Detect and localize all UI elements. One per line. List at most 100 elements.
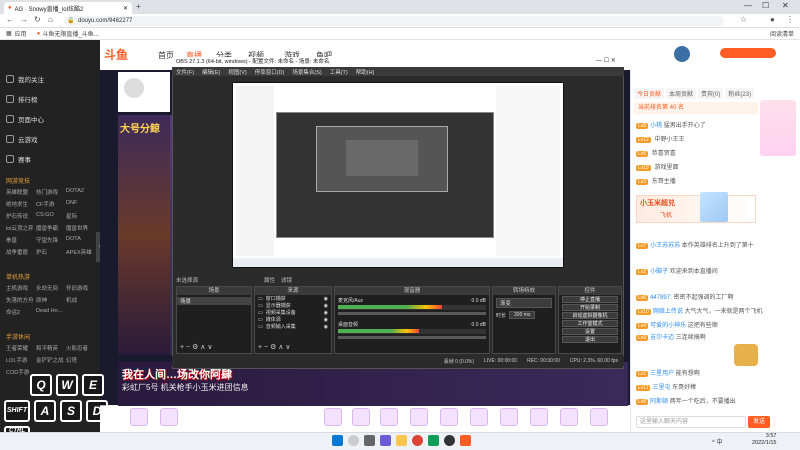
chrome-icon[interactable] <box>412 435 423 446</box>
game-link[interactable]: 主机游戏 <box>6 284 36 292</box>
volume-slider[interactable] <box>338 312 486 315</box>
game-link[interactable]: DOTA <box>66 236 96 244</box>
source-item[interactable]: ▭ 窗口捕获 ◉ <box>255 295 331 303</box>
profile-icon[interactable]: ● <box>770 15 775 24</box>
game-link[interactable]: 失落的方舟 <box>6 296 36 304</box>
chat-input[interactable]: 这里输入聊天内容 <box>636 416 746 428</box>
eye-icon[interactable]: ◉ <box>324 296 328 302</box>
gift-icon[interactable] <box>380 408 398 426</box>
maximize-icon[interactable]: ☐ <box>762 1 769 10</box>
eye-icon[interactable]: ◉ <box>324 303 328 309</box>
game-link[interactable]: 守望先锋 <box>36 236 66 244</box>
gift-icon[interactable] <box>500 408 518 426</box>
extensions-icon[interactable]: ☆ <box>740 15 747 24</box>
eye-icon[interactable]: ◉ <box>324 324 328 330</box>
streamer-avatar[interactable] <box>124 78 144 98</box>
game-link[interactable]: 绝地求生 <box>6 200 36 208</box>
gift-icon[interactable] <box>590 408 608 426</box>
game-link[interactable]: 魔兽争霸 <box>36 224 66 232</box>
minimize-icon[interactable]: — <box>744 1 752 10</box>
sidebar-item-follow[interactable]: 我的关注 <box>6 74 44 84</box>
gift-icon[interactable] <box>324 408 342 426</box>
widgets-icon[interactable] <box>380 435 391 446</box>
treasure-chest-icon[interactable] <box>734 344 758 366</box>
stop-streaming-button[interactable]: 停止直播 <box>562 296 618 303</box>
studio-mode-button[interactable]: 工作室模式 <box>562 320 618 327</box>
game-link[interactable]: 炉石传说 <box>6 212 36 220</box>
start-icon[interactable] <box>332 435 343 446</box>
site-logo[interactable]: 斗鱼 <box>104 46 128 63</box>
source-item[interactable]: ▭ 视频采集设备 ◉ <box>255 309 331 317</box>
game-link[interactable]: 机战 <box>66 296 96 304</box>
transition-select[interactable]: 渐变 <box>496 298 552 308</box>
tab-today[interactable]: 今日贡献 <box>634 88 665 99</box>
game-link[interactable]: 魔兽世界 <box>66 224 96 232</box>
game-link[interactable]: 怀旧游戏 <box>66 284 96 292</box>
game-link[interactable]: 火影忍者 <box>66 344 96 352</box>
tab-vip[interactable]: 贵宾(0) <box>698 88 724 99</box>
search-icon[interactable] <box>348 435 359 446</box>
gift-icon[interactable] <box>560 408 578 426</box>
game-link[interactable]: 星际 <box>66 212 96 220</box>
sidebar-item-rank[interactable]: 排行榜 <box>6 94 38 104</box>
tab-close-icon[interactable]: ✕ <box>123 5 128 12</box>
game-link[interactable]: 幻塔 <box>66 356 96 364</box>
obs-menu-tools[interactable]: 工具(T) <box>330 68 348 76</box>
obs-properties-tab[interactable]: 属性 <box>264 276 275 284</box>
live-start-button[interactable] <box>720 48 776 58</box>
exit-button[interactable]: 退出 <box>562 336 618 343</box>
obs-filters-tab[interactable]: 滤镜 <box>281 276 292 284</box>
settings-button[interactable]: 设置 <box>562 328 618 335</box>
eye-icon[interactable]: ◉ <box>324 317 328 323</box>
file-explorer-icon[interactable] <box>396 435 407 446</box>
gift-icon[interactable] <box>160 408 178 426</box>
duration-input[interactable]: 300 ms <box>509 311 536 319</box>
obs-menu-view[interactable]: 视图(V) <box>228 68 246 76</box>
game-link[interactable]: 命运2 <box>6 308 36 316</box>
bookmark-apps[interactable]: 应用 <box>15 29 27 38</box>
gift-icon[interactable] <box>410 408 428 426</box>
source-item[interactable]: ▭ 媒体源 ◉ <box>255 316 331 324</box>
obs-menu-file[interactable]: 文件(F) <box>176 68 194 76</box>
user-avatar[interactable] <box>674 46 690 62</box>
game-link[interactable]: 王者荣耀 <box>6 344 36 352</box>
browser-tab[interactable]: ● AG · Snowy直播_lol炫酷2 ✕ <box>4 2 132 14</box>
game-link[interactable]: DNF <box>66 200 96 208</box>
game-link[interactable]: DOTA2 <box>66 188 96 196</box>
game-link[interactable]: 永劫无间 <box>36 284 66 292</box>
game-link[interactable]: CF手游 <box>36 200 66 208</box>
promo-character-image[interactable] <box>760 100 796 156</box>
apps-icon[interactable]: ▦ <box>6 30 12 37</box>
reading-list[interactable]: 阅读清单 <box>770 29 794 38</box>
bookmark-douyu[interactable]: 斗鱼无限直播_斗鱼... <box>42 29 98 38</box>
scene-add-icon[interactable]: + − ⚙ ∧ ∨ <box>180 343 212 351</box>
tab-week[interactable]: 本周贡献 <box>666 88 697 99</box>
close-window-icon[interactable]: ✕ <box>782 1 789 10</box>
gift-icon[interactable] <box>530 408 548 426</box>
game-link[interactable]: CS:GO <box>36 212 66 220</box>
start-recording-button[interactable]: 开始录制 <box>562 304 618 311</box>
gift-icon[interactable] <box>470 408 488 426</box>
game-link[interactable]: 英雄联盟 <box>6 188 36 196</box>
source-item[interactable]: ▭ 显示器捕获 ◉ <box>255 302 331 310</box>
browser-menu-icon[interactable]: ⋮ <box>786 15 794 24</box>
new-tab-icon[interactable]: + <box>136 2 141 11</box>
virtual-camera-button[interactable]: 启动虚拟摄像机 <box>562 312 618 319</box>
source-item[interactable]: ▭ 音频输入采集 ◉ <box>255 323 331 331</box>
sidebar-item-esports[interactable]: 赛事 <box>6 154 31 164</box>
game-link[interactable]: 炉石 <box>36 248 66 256</box>
gift-icon[interactable] <box>352 408 370 426</box>
task-view-icon[interactable] <box>364 435 375 446</box>
reload-icon[interactable]: ↻ <box>34 15 41 24</box>
game-link[interactable]: lol云顶之弈 <box>6 224 36 232</box>
sidebar-item-center[interactable]: 页面中心 <box>6 114 44 124</box>
douyu-app-icon[interactable] <box>460 435 471 446</box>
volume-slider[interactable] <box>338 336 486 339</box>
source-add-icon[interactable]: + − ⚙ ∧ ∨ <box>258 343 290 351</box>
game-link[interactable]: Dead Ho... <box>36 308 66 316</box>
game-link[interactable]: LOL手游 <box>6 356 36 364</box>
obs-menu-scenes[interactable]: 场景集合(S) <box>292 68 321 76</box>
url-input[interactable]: douyu.com/9462277 <box>64 16 724 26</box>
sidebar-item-cloud-game[interactable]: 云游戏 <box>6 134 38 144</box>
system-tray[interactable]: ^ 中 <box>712 437 722 446</box>
